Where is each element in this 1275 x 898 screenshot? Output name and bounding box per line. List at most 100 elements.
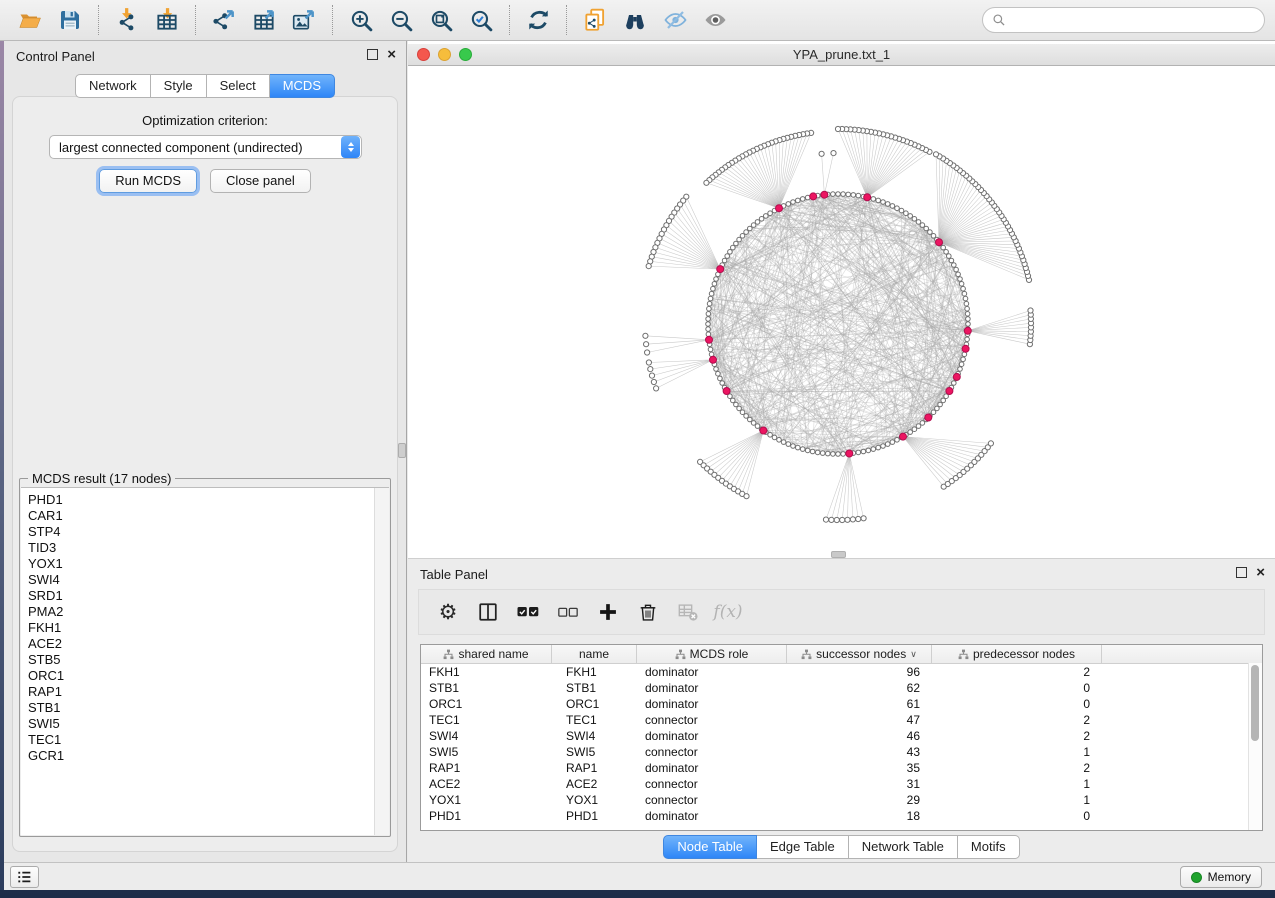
cell-predecessor-nodes[interactable]: 1 — [932, 776, 1102, 792]
table-row[interactable]: SWI5SWI5connector431 — [421, 744, 1262, 760]
select-all-columns-button[interactable] — [513, 597, 543, 627]
cell-name[interactable]: RAP1 — [552, 760, 637, 776]
mcds-result-item[interactable]: PMA2 — [28, 604, 373, 620]
cell-predecessor-nodes[interactable]: 0 — [932, 808, 1102, 824]
network-node[interactable] — [871, 447, 876, 452]
network-node[interactable] — [720, 381, 725, 386]
network-node[interactable] — [899, 208, 904, 213]
cell-successor-nodes[interactable]: 31 — [787, 776, 932, 792]
mcds-dominator-node[interactable] — [717, 266, 724, 273]
network-leaf-node[interactable] — [829, 517, 834, 522]
export-table-button[interactable] — [246, 4, 282, 36]
network-node[interactable] — [959, 282, 964, 287]
network-node[interactable] — [714, 367, 719, 372]
column-header-mcds-role[interactable]: MCDS role — [637, 645, 787, 663]
tab-mcds[interactable]: MCDS — [270, 74, 335, 98]
network-node[interactable] — [962, 291, 967, 296]
network-node[interactable] — [856, 450, 861, 455]
network-node[interactable] — [708, 347, 713, 352]
delete-columns-button[interactable] — [633, 597, 663, 627]
network-node[interactable] — [912, 217, 917, 222]
network-leaf-node[interactable] — [644, 342, 649, 347]
window-minimize-icon[interactable] — [438, 48, 451, 61]
network-node[interactable] — [841, 452, 846, 457]
network-leaf-node[interactable] — [856, 516, 861, 521]
network-node[interactable] — [706, 322, 711, 327]
network-node[interactable] — [796, 198, 801, 203]
mcds-result-item[interactable]: RAP1 — [28, 684, 373, 700]
mcds-dominator-node[interactable] — [964, 327, 971, 334]
table-row[interactable]: RAP1RAP1dominator352 — [421, 760, 1262, 776]
cell-successor-nodes[interactable]: 96 — [787, 664, 932, 680]
network-node[interactable] — [961, 286, 966, 291]
cell-name[interactable]: SWI4 — [552, 728, 637, 744]
network-node[interactable] — [709, 291, 714, 296]
table-row[interactable]: ACE2ACE2connector311 — [421, 776, 1262, 792]
mcds-dominator-node[interactable] — [936, 239, 943, 246]
run-mcds-button[interactable]: Run MCDS — [99, 169, 197, 193]
vertical-splitter-handle[interactable] — [398, 443, 406, 458]
network-node[interactable] — [954, 267, 959, 272]
network-node[interactable] — [958, 367, 963, 372]
cell-mcds-role[interactable]: dominator — [637, 808, 787, 824]
export-network-button[interactable] — [206, 4, 242, 36]
cell-mcds-role[interactable]: dominator — [637, 728, 787, 744]
network-window-titlebar[interactable]: YPA_prune.txt_1 — [408, 44, 1275, 66]
cell-predecessor-nodes[interactable]: 2 — [932, 712, 1102, 728]
mcds-result-item[interactable]: SWI5 — [28, 716, 373, 732]
network-node[interactable] — [706, 312, 711, 317]
cell-mcds-role[interactable]: dominator — [637, 696, 787, 712]
mcds-dominator-node[interactable] — [925, 414, 932, 421]
cell-mcds-role[interactable]: dominator — [637, 664, 787, 680]
mcds-result-item[interactable]: YOX1 — [28, 556, 373, 572]
network-node[interactable] — [958, 277, 963, 282]
optimization-criterion-select[interactable]: largest connected component (undirected) — [49, 135, 362, 159]
tab-network[interactable]: Network — [75, 74, 151, 98]
network-node[interactable] — [931, 234, 936, 239]
network-node[interactable] — [781, 440, 786, 445]
cell-shared-name[interactable]: PHD1 — [421, 808, 552, 824]
network-node[interactable] — [826, 451, 831, 456]
cell-predecessor-nodes[interactable]: 0 — [932, 680, 1102, 696]
network-node[interactable] — [805, 448, 810, 453]
table-row[interactable]: SWI4SWI4dominator462 — [421, 728, 1262, 744]
column-header-predecessor-nodes[interactable]: predecessor nodes — [932, 645, 1102, 663]
network-node[interactable] — [718, 376, 723, 381]
cell-successor-nodes[interactable]: 47 — [787, 712, 932, 728]
mcds-dominator-node[interactable] — [723, 388, 730, 395]
network-leaf-node[interactable] — [933, 152, 938, 157]
network-node[interactable] — [966, 317, 971, 322]
show-columns-button[interactable] — [473, 597, 503, 627]
network-node[interactable] — [820, 451, 825, 456]
tab-motifs[interactable]: Motifs — [958, 835, 1020, 859]
table-scrollbar-thumb[interactable] — [1251, 665, 1259, 741]
search-input[interactable] — [1012, 12, 1255, 28]
mcds-result-item[interactable]: SRD1 — [28, 588, 373, 604]
network-node[interactable] — [871, 197, 876, 202]
cell-successor-nodes[interactable]: 61 — [787, 696, 932, 712]
close-table-panel-icon[interactable]: × — [1256, 567, 1265, 578]
network-node[interactable] — [890, 440, 895, 445]
gear-button[interactable]: ⚙ — [433, 597, 463, 627]
network-node[interactable] — [744, 230, 749, 235]
network-node[interactable] — [768, 433, 773, 438]
network-node[interactable] — [920, 421, 925, 426]
network-node[interactable] — [734, 241, 739, 246]
float-panel-icon[interactable] — [367, 49, 378, 60]
cell-shared-name[interactable]: SWI4 — [421, 728, 552, 744]
mcds-result-item[interactable]: STB1 — [28, 700, 373, 716]
network-node[interactable] — [768, 211, 773, 216]
cell-mcds-role[interactable]: dominator — [637, 760, 787, 776]
cell-shared-name[interactable]: SWI5 — [421, 744, 552, 760]
mcds-result-item[interactable]: PHD1 — [28, 492, 373, 508]
tab-node-table[interactable]: Node Table — [663, 835, 757, 859]
network-leaf-node[interactable] — [861, 516, 866, 521]
network-node[interactable] — [708, 296, 713, 301]
tab-style[interactable]: Style — [151, 74, 207, 98]
network-node[interactable] — [716, 371, 721, 376]
network-node[interactable] — [964, 301, 969, 306]
cell-mcds-role[interactable]: dominator — [637, 680, 787, 696]
table-scrollbar[interactable] — [1248, 663, 1262, 830]
network-node[interactable] — [748, 226, 753, 231]
network-leaf-node[interactable] — [648, 367, 653, 372]
